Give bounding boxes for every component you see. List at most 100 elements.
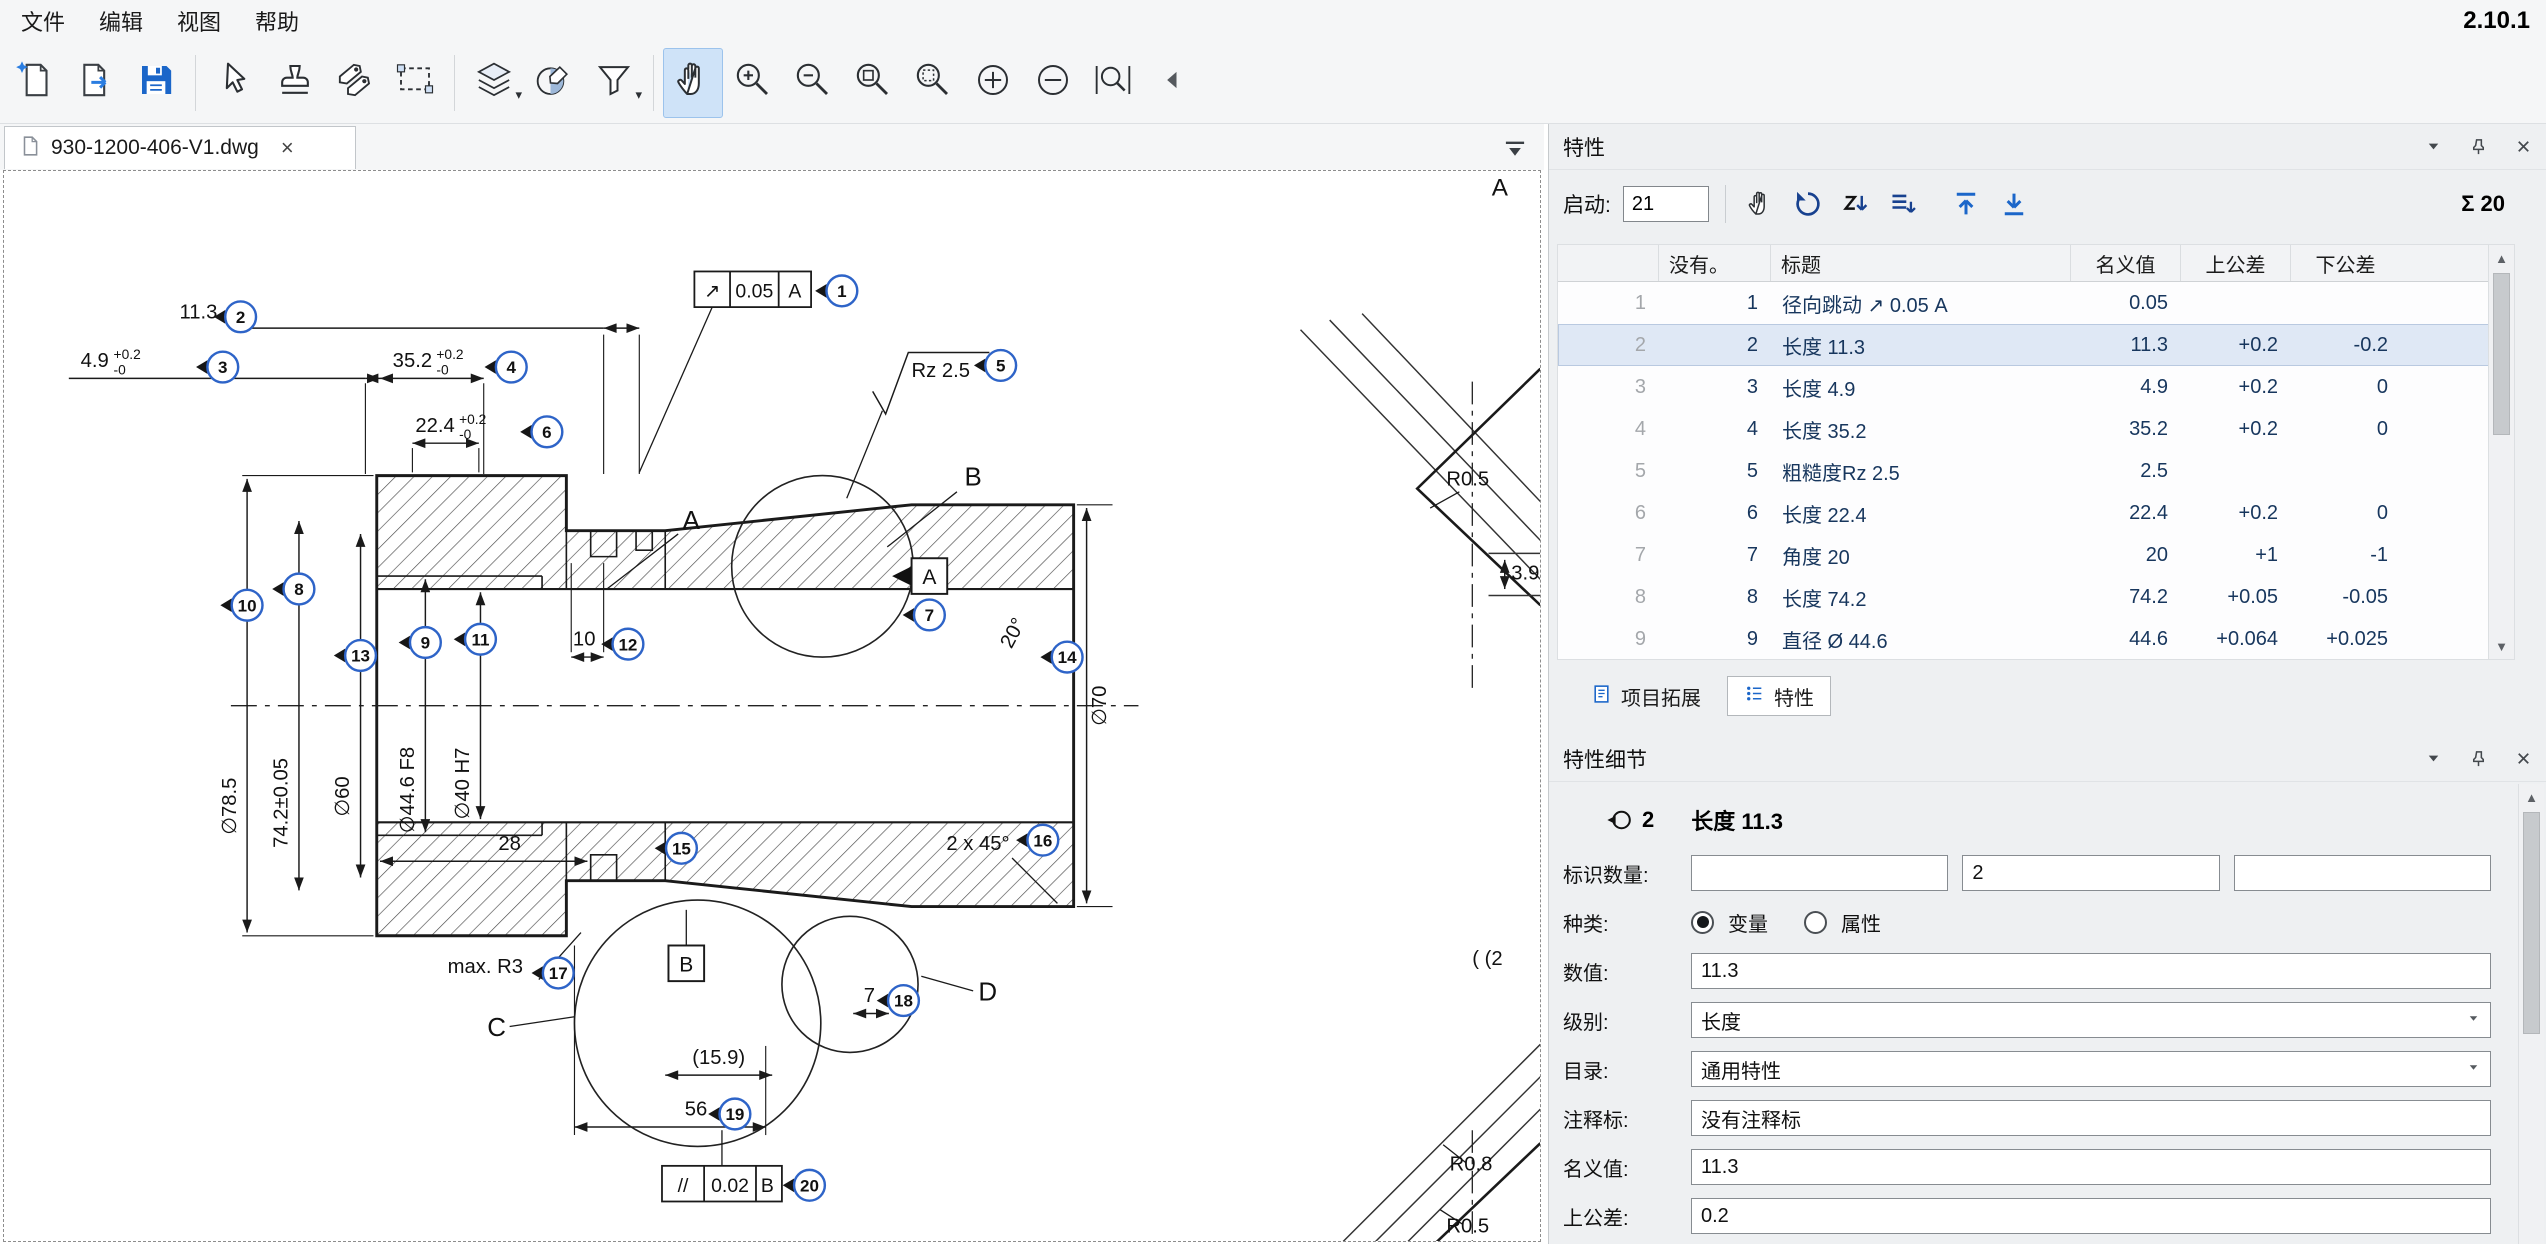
panel-tab-characteristics[interactable]: 特性 [1727, 676, 1831, 716]
markup-tool-button[interactable] [524, 48, 584, 118]
nominal-input[interactable] [1691, 1149, 2491, 1185]
zoom-selection-tool-button[interactable] [903, 48, 963, 118]
zoom-fit-tool-button[interactable] [843, 48, 903, 118]
pin-icon[interactable] [2469, 749, 2488, 768]
balloon-14[interactable]: 14 [1040, 642, 1082, 673]
balloon-8[interactable]: 8 [272, 574, 314, 605]
scroll-up-icon[interactable]: ▲ [2489, 245, 2514, 271]
table-scrollbar[interactable]: ▲ ▼ [2488, 245, 2514, 659]
scroll-thumb[interactable] [2523, 812, 2540, 1034]
table-row[interactable]: 66长度 22.422.4+0.20 [1558, 492, 2514, 534]
menu-item-file[interactable]: 文件 [4, 5, 82, 37]
pan-tool-button[interactable] [663, 48, 723, 118]
table-row[interactable]: 11径向跳动 ↗ 0.05 A0.05 [1558, 282, 2514, 324]
move-down-icon[interactable] [1996, 186, 2032, 222]
table-row[interactable]: 88长度 74.274.2+0.05-0.05 [1558, 576, 2514, 618]
svg-text:R0.5: R0.5 [1446, 468, 1489, 490]
scroll-thumb[interactable] [2493, 273, 2510, 435]
kind-radio-label: 属性 [1841, 908, 1881, 937]
column-header[interactable]: 标题 [1770, 245, 2070, 281]
increase-tool-button[interactable] [963, 48, 1023, 118]
level-select[interactable]: 长度 [1691, 1002, 2491, 1038]
balloon-2[interactable]: 2 [214, 301, 256, 332]
kind-radio[interactable] [1691, 911, 1714, 934]
table-row[interactable]: 77角度 2020+1-1 [1558, 534, 2514, 576]
open-document-button[interactable] [66, 48, 126, 118]
save-document-button[interactable] [126, 48, 186, 118]
column-header[interactable]: 名义值 [2070, 245, 2180, 281]
table-row[interactable]: 44长度 35.235.2+0.20 [1558, 408, 2514, 450]
balloon-11[interactable]: 11 [454, 624, 496, 655]
column-header[interactable]: 上公差 [2180, 245, 2290, 281]
z-order-icon[interactable] [1838, 186, 1874, 222]
balloon-9[interactable]: 9 [399, 627, 441, 658]
chevron-down-icon[interactable] [2424, 749, 2443, 768]
balloon-10[interactable]: 10 [220, 590, 262, 621]
hand-icon [672, 59, 714, 106]
balloon-4[interactable]: 4 [485, 352, 527, 383]
column-header[interactable]: 下公差 [2290, 245, 2400, 281]
zoom-out-tool-button[interactable] [783, 48, 843, 118]
layers-tool-button[interactable]: ▾ [464, 48, 524, 118]
chevron-down-icon[interactable] [2424, 137, 2443, 156]
zoom-in-tool-button[interactable] [723, 48, 783, 118]
menu-item-help[interactable]: 帮助 [238, 5, 316, 37]
table-row[interactable]: 99直径 Ø 44.644.6+0.064+0.025 [1558, 618, 2514, 660]
select-tool-button[interactable] [205, 48, 265, 118]
value-input[interactable] [1691, 953, 2491, 989]
menu-items: 文件编辑视图帮助 [4, 5, 316, 37]
balloon-1[interactable]: 1 [815, 276, 857, 307]
svg-text:-0: -0 [459, 427, 472, 442]
start-input[interactable] [1623, 186, 1709, 222]
ident-count-input-1[interactable] [1691, 855, 1948, 891]
table-cell: -0.2 [2290, 334, 2400, 357]
toolbar-overflow-button[interactable] [1143, 48, 1203, 118]
balloon-7[interactable]: 7 [903, 600, 945, 631]
document-tab[interactable]: 930-1200-406-V1.dwg × [4, 126, 356, 169]
table-row[interactable]: 22长度 11.311.3+0.2-0.2 [1558, 324, 2514, 366]
balloon-17[interactable]: 17 [532, 958, 574, 989]
balloon-19[interactable]: 19 [708, 1099, 750, 1130]
new-document-button[interactable] [6, 48, 66, 118]
balloon-12[interactable]: 12 [601, 629, 643, 660]
ident-count-input-2[interactable] [1962, 855, 2219, 891]
balloon-20[interactable]: 20 [783, 1170, 825, 1201]
details-scrollbar[interactable]: ▲ [2518, 784, 2544, 1244]
close-icon[interactable] [2514, 749, 2533, 768]
zoom-window-tool-button[interactable] [1083, 48, 1143, 118]
column-header[interactable]: 没有。 [1658, 245, 1770, 281]
stamp-tool-button[interactable] [265, 48, 325, 118]
scroll-up-icon[interactable]: ▲ [2519, 784, 2544, 810]
balloon-5[interactable]: 5 [974, 350, 1016, 381]
kind-radio[interactable] [1804, 911, 1827, 934]
list-icon[interactable] [1886, 186, 1922, 222]
balloon-18[interactable]: 18 [877, 985, 919, 1016]
grab-icon[interactable] [1742, 186, 1778, 222]
table-row[interactable]: 33长度 4.94.9+0.20 [1558, 366, 2514, 408]
menu-item-edit[interactable]: 编辑 [82, 5, 160, 37]
panel-tab-project[interactable]: 项目拓展 [1575, 676, 1717, 716]
tag-tool-button[interactable] [325, 48, 385, 118]
table-row[interactable]: 55粗糙度Rz 2.52.5 [1558, 450, 2514, 492]
drawing-canvas[interactable]: ↗ 0.05 A // 0.02 B A B 11.34.9+0.2-035.2… [3, 170, 1541, 1242]
chevron-down-icon[interactable]: ▾ [515, 87, 522, 103]
balloon-6[interactable]: 6 [520, 416, 562, 447]
upper-tol-input[interactable] [1691, 1198, 2491, 1234]
move-up-icon[interactable] [1948, 186, 1984, 222]
balloon-13[interactable]: 13 [334, 640, 376, 671]
decrease-tool-button[interactable] [1023, 48, 1083, 118]
ident-count-input-3[interactable] [2234, 855, 2491, 891]
document-list-icon[interactable] [1498, 132, 1532, 164]
renumber-icon[interactable] [1790, 186, 1826, 222]
marquee-tool-button[interactable] [385, 48, 445, 118]
pin-icon[interactable] [2469, 137, 2488, 156]
menu-item-view[interactable]: 视图 [160, 5, 238, 37]
chevron-down-icon[interactable]: ▾ [635, 87, 642, 103]
scroll-down-icon[interactable]: ▼ [2489, 633, 2514, 659]
filter-tool-button[interactable]: ▾ [584, 48, 644, 118]
close-icon[interactable] [2514, 137, 2533, 156]
svg-text:∅40 H7: ∅40 H7 [452, 748, 474, 820]
close-tab-icon[interactable]: × [281, 135, 294, 161]
category-select[interactable]: 通用特性 [1691, 1051, 2491, 1087]
annotation-input[interactable] [1691, 1100, 2491, 1136]
